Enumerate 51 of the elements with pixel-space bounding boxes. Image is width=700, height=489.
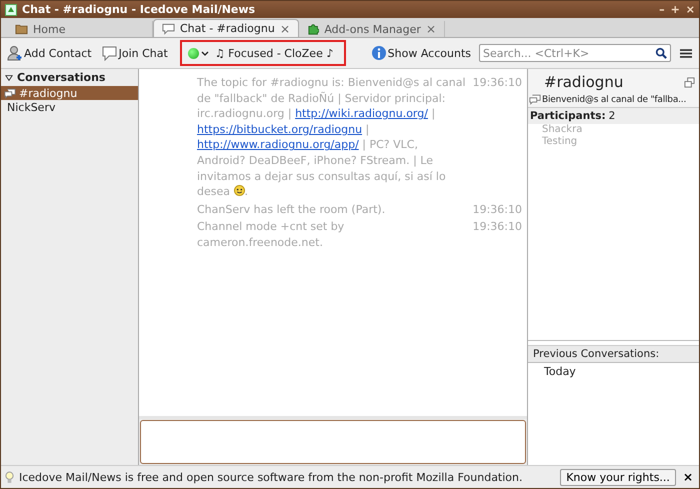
participants-count: 2 (608, 110, 616, 122)
status-message[interactable]: ♫ Focused - CloZee ♪ (214, 46, 334, 60)
message-time: 19:36:10 (472, 202, 522, 218)
know-your-rights-button[interactable]: Know your rights... (560, 468, 676, 486)
channel-topic: Bienvenid@s al canal de "fallba... (542, 94, 686, 104)
triangle-icon (5, 74, 13, 82)
search-icon (655, 47, 667, 59)
window-control[interactable]: × (686, 3, 695, 16)
message-input[interactable] (140, 420, 526, 464)
show-accounts-button[interactable]: Show Accounts (368, 45, 473, 61)
tab[interactable]: Chat - #radiognu × (153, 19, 299, 37)
speech-bubbles-icon (4, 88, 16, 98)
window-control[interactable]: – (659, 3, 665, 16)
windows-icon[interactable] (684, 76, 695, 88)
person-plus-icon (7, 45, 23, 61)
link[interactable]: http://www.radiognu.org/app/ (197, 138, 359, 152)
speech-bubble-icon (102, 45, 118, 61)
caret-icon (200, 50, 209, 56)
search-field[interactable]: Search... <Ctrl+K> (479, 44, 671, 62)
channel-name: #radiognu (544, 73, 624, 91)
info-icon (370, 45, 387, 61)
smiley-icon (234, 185, 244, 196)
window-title: Chat - #radiognu - Icedove Mail/News (22, 3, 256, 16)
conversation-item[interactable]: NickServ (1, 100, 138, 114)
message-text: ChanServ has left the room (Part). (197, 202, 386, 218)
close-button[interactable]: × (680, 470, 695, 484)
status-message: Icedove Mail/News is free and open source software from the non-profit Mozilla Foundation. (19, 470, 524, 484)
window-control[interactable]: + (670, 3, 680, 16)
folder-icon (15, 23, 28, 35)
message-time: 19:36:10 (472, 219, 522, 236)
tab-close-button[interactable]: × (280, 22, 290, 36)
menu-icon[interactable] (680, 48, 692, 58)
link[interactable]: https://bitbucket.org/radiognu (197, 122, 362, 136)
speech-bubble-icon (162, 22, 175, 34)
tab[interactable]: Add-ons Manager × (299, 21, 445, 37)
tab-close-button[interactable]: × (426, 22, 436, 36)
puzzle-icon (307, 23, 320, 35)
previous-conversations-header: Previous Conversations: (528, 345, 699, 363)
conversation-item[interactable]: #radiognu (1, 86, 138, 100)
lightbulb-icon (5, 470, 14, 484)
app-icon (5, 4, 17, 16)
message-time: 19:36:10 (472, 75, 522, 91)
previous-conversation-item[interactable]: Today (544, 365, 683, 378)
message-text: The topic for #radiognu is: Bienvenid@s al canal de "fallback" de RadioÑú | Servidor principal: irc.radiognu.org | http://wiki.radiognu.org/ | https://bitbucket.org/radiognu | http://www.radiognu.org/app/ | PC? VLC, Android? DeaDBeeF, iPhone? FStream. | Le invitamos a dejar sus consultas aquí, si así lo desea . (197, 75, 467, 200)
conversations-header[interactable]: Conversations (1, 69, 138, 86)
status-selector[interactable] (188, 48, 209, 58)
message-text: Channel mode +cnt set by cameron.freenode.net. (197, 219, 346, 251)
link[interactable]: http://wiki.radiognu.org/ (295, 107, 428, 120)
add-contact-button[interactable]: Add Contact (5, 45, 94, 61)
participants-label: Participants: (530, 110, 606, 122)
join-chat-button[interactable]: Join Chat (100, 45, 170, 61)
